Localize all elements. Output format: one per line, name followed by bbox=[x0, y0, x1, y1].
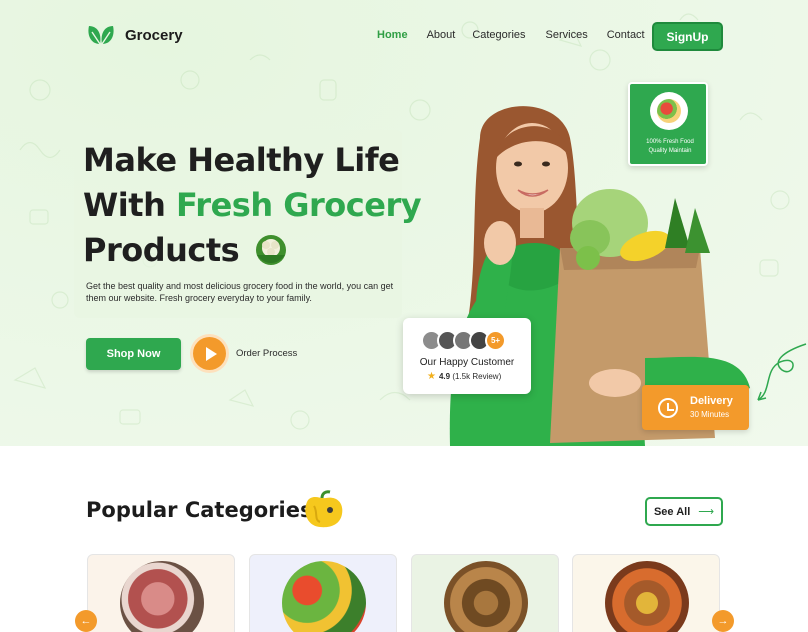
more-customers-badge: 5+ bbox=[485, 330, 506, 351]
hero-subtitle: Get the best quality and most delicious … bbox=[86, 281, 394, 303]
nav-categories[interactable]: Categories bbox=[472, 29, 525, 41]
nav-contact[interactable]: Contact bbox=[607, 29, 645, 41]
main-nav: Home About Categories Services Contact bbox=[377, 29, 645, 41]
carousel-prev-icon[interactable]: ← bbox=[75, 610, 97, 632]
category-card-vegetables[interactable] bbox=[249, 554, 397, 632]
snacks-image bbox=[444, 561, 528, 632]
delivery-badge: Delivery 30 Minutes bbox=[642, 385, 749, 430]
see-all-button[interactable]: See All ⟶ bbox=[645, 497, 723, 526]
hero-title-line2-prefix: With bbox=[83, 186, 176, 224]
logo-text: Grocery bbox=[125, 26, 183, 44]
fresh-food-badge: 100% Fresh Food Quality Maintain bbox=[628, 82, 708, 166]
happy-customer-card: 5+ Our Happy Customer ★ 4.9 (1.5k Review) bbox=[403, 318, 531, 394]
categories-title: Popular Categories bbox=[86, 498, 313, 522]
nav-services[interactable]: Services bbox=[546, 29, 588, 41]
delivery-title: Delivery bbox=[690, 395, 733, 407]
fresh-line1: 100% Fresh Food bbox=[646, 139, 694, 145]
logo[interactable]: Grocery bbox=[86, 24, 183, 46]
shop-now-button[interactable]: Shop Now bbox=[86, 338, 181, 370]
play-icon[interactable] bbox=[193, 337, 226, 370]
see-all-label: See All bbox=[653, 505, 691, 518]
leaf-logo-icon bbox=[88, 26, 114, 45]
arrow-right-icon: ⟶ bbox=[698, 506, 715, 518]
vegetables-image bbox=[282, 561, 366, 632]
cauliflower-icon bbox=[255, 235, 286, 265]
fresh-line2: Quality Maintain bbox=[648, 148, 692, 154]
category-card-snacks[interactable] bbox=[411, 554, 559, 632]
review-count: (1.5k Review) bbox=[452, 372, 502, 381]
hero-title-line3: Products bbox=[83, 231, 240, 269]
hero-title-line1: Make Healthy Life bbox=[83, 141, 400, 179]
star-icon: ★ bbox=[427, 371, 436, 382]
hero-section: Grocery Home About Categories Services C… bbox=[0, 0, 808, 446]
category-card-meat[interactable] bbox=[87, 554, 235, 632]
hero-title: Make Healthy Life With Fresh Grocery Pro… bbox=[83, 138, 422, 273]
bell-pepper-icon bbox=[305, 490, 343, 528]
meat-image bbox=[120, 561, 204, 632]
customer-avatars: 5+ bbox=[421, 330, 506, 351]
curved-arrow-icon bbox=[757, 343, 807, 401]
category-card-spices[interactable] bbox=[572, 554, 720, 632]
carousel-next-icon[interactable]: → bbox=[712, 610, 734, 632]
food-plate-icon bbox=[650, 92, 688, 130]
order-process-link[interactable]: Order Process bbox=[236, 348, 297, 359]
spices-image bbox=[605, 561, 689, 632]
nav-about[interactable]: About bbox=[427, 29, 456, 41]
nav-home[interactable]: Home bbox=[377, 29, 408, 41]
delivery-time: 30 Minutes bbox=[690, 410, 730, 419]
signup-button[interactable]: SignUp bbox=[652, 22, 723, 51]
rating-value: 4.9 bbox=[438, 372, 451, 381]
hero-title-highlight: Fresh Grocery bbox=[175, 186, 422, 224]
fresh-food-text: 100% Fresh Food Quality Maintain bbox=[636, 138, 704, 156]
clock-icon bbox=[658, 398, 678, 418]
rating: ★ 4.9 (1.5k Review) bbox=[427, 371, 501, 382]
happy-customer-title: Our Happy Customer bbox=[419, 357, 515, 368]
